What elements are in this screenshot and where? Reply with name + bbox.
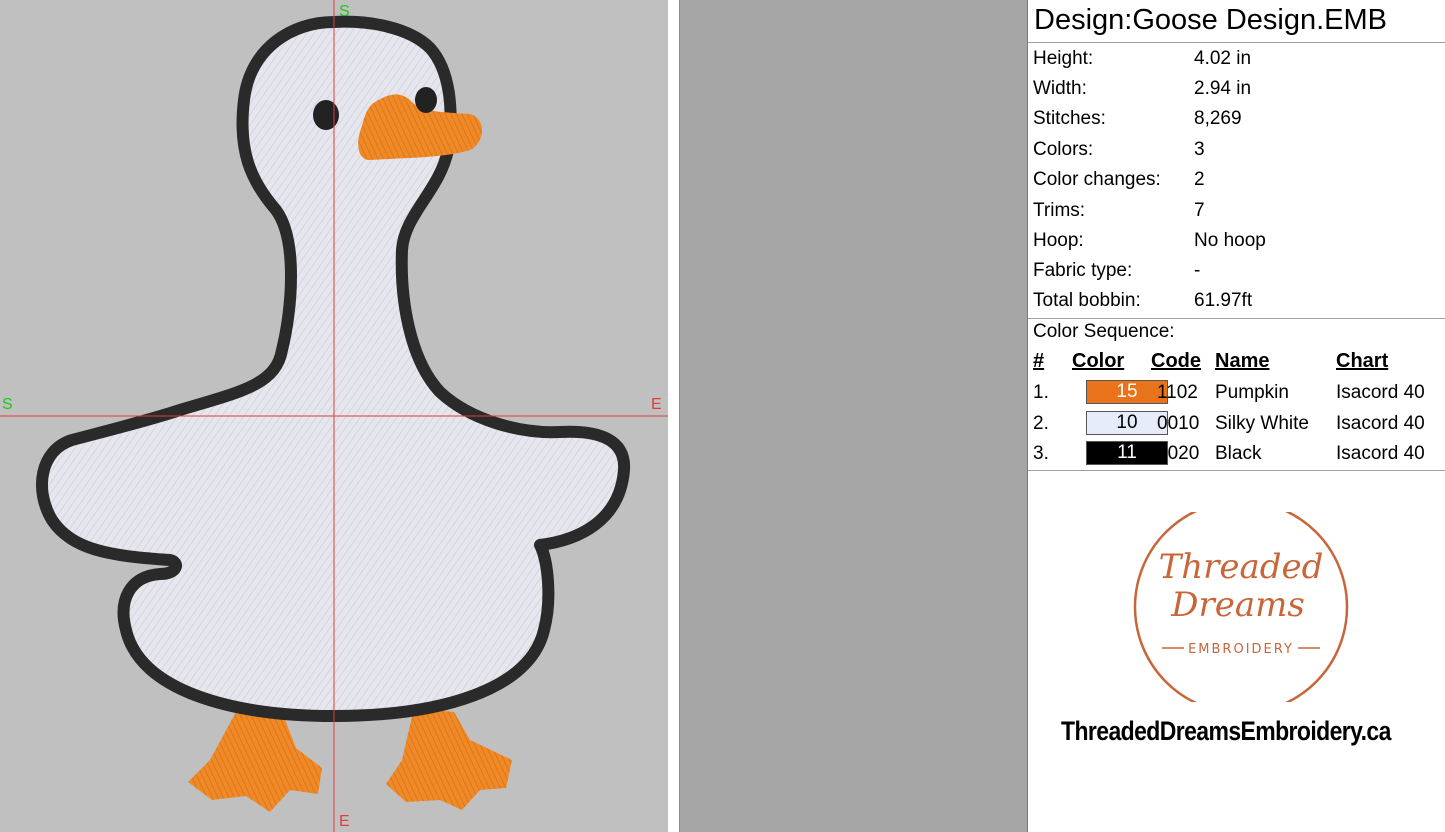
color-swatch: 10 [1086,411,1168,435]
field-label: Colors: [1033,139,1094,160]
field-label: Hoop: [1033,230,1084,251]
color-swatch: 11 [1086,441,1168,465]
design-info-panel: Design:Goose Design.EMB Height: 4.02 in … [1027,0,1445,832]
color-row-num: 2. [1033,413,1049,434]
field-value: 3 [1194,139,1205,160]
color-row-chart: Isacord 40 [1336,443,1425,464]
goose-eye-right [415,87,437,113]
goose-design [0,0,668,832]
logo-line3: EMBROIDERY [1188,642,1294,657]
color-swatch: 15 [1086,380,1168,404]
color-row-name: Silky White [1215,413,1309,434]
field-label: Stitches: [1033,108,1106,129]
divider [1028,42,1445,43]
color-row-code: 1102 [1157,382,1198,403]
color-row-num: 1. [1033,382,1049,403]
color-row-name: Black [1215,443,1262,464]
logo-line2: Dreams [1170,585,1305,625]
field-value: 2 [1194,169,1205,190]
field-value: 4.02 in [1194,48,1252,69]
design-canvas[interactable]: S S E E [0,0,668,832]
end-marker-right: E [651,396,662,413]
col-header-name: Name [1215,350,1270,372]
color-sequence-heading: Color Sequence: [1033,321,1175,342]
color-row-chart: Isacord 40 [1336,382,1425,403]
website-url: ThreadedDreamsEmbroidery.ca [1061,716,1391,746]
col-header-num: # [1033,350,1045,372]
goose-eye-left [313,100,339,130]
field-value: 7 [1194,200,1205,221]
left-foot [188,712,322,812]
col-header-color: Color [1072,350,1125,372]
field-value: 2.94 in [1194,78,1252,99]
color-row-num: 3. [1033,443,1049,464]
color-row-name: Pumpkin [1215,382,1289,403]
color-row-code: 0020 [1157,443,1200,464]
field-value: No hoop [1194,230,1266,251]
start-marker-top: S [339,3,350,20]
divider [1028,318,1445,319]
col-header-chart: Chart [1336,350,1389,372]
color-row-code: 0010 [1157,413,1200,434]
design-title: Design:Goose Design.EMB [1034,4,1387,36]
field-value: 8,269 [1194,108,1242,129]
color-row-chart: Isacord 40 [1336,413,1425,434]
field-label: Height: [1033,48,1094,69]
color-row: 3. 11 0020 Black Isacord 40 [1028,439,1445,467]
start-marker-left: S [2,396,13,413]
canvas-border [668,0,680,832]
end-marker-bottom: E [339,813,350,830]
divider [1028,470,1445,471]
field-label: Width: [1033,78,1087,99]
logo-line1: Threaded [1159,547,1324,587]
threaded-dreams-logo: Threaded Dreams EMBROIDERY [1133,512,1349,702]
field-label: Total bobbin: [1033,290,1141,311]
field-label: Color changes: [1033,169,1161,190]
color-row: 2. 10 0010 Silky White Isacord 40 [1028,409,1445,437]
col-header-code: Code [1151,350,1201,372]
field-value: - [1194,260,1201,281]
field-label: Trims: [1033,200,1086,221]
field-label: Fabric type: [1033,260,1133,281]
workspace-background [681,0,1027,832]
field-value: 61.97ft [1194,290,1253,311]
color-row: 1. 15 1102 Pumpkin Isacord 40 [1028,378,1445,406]
right-foot [386,708,512,810]
